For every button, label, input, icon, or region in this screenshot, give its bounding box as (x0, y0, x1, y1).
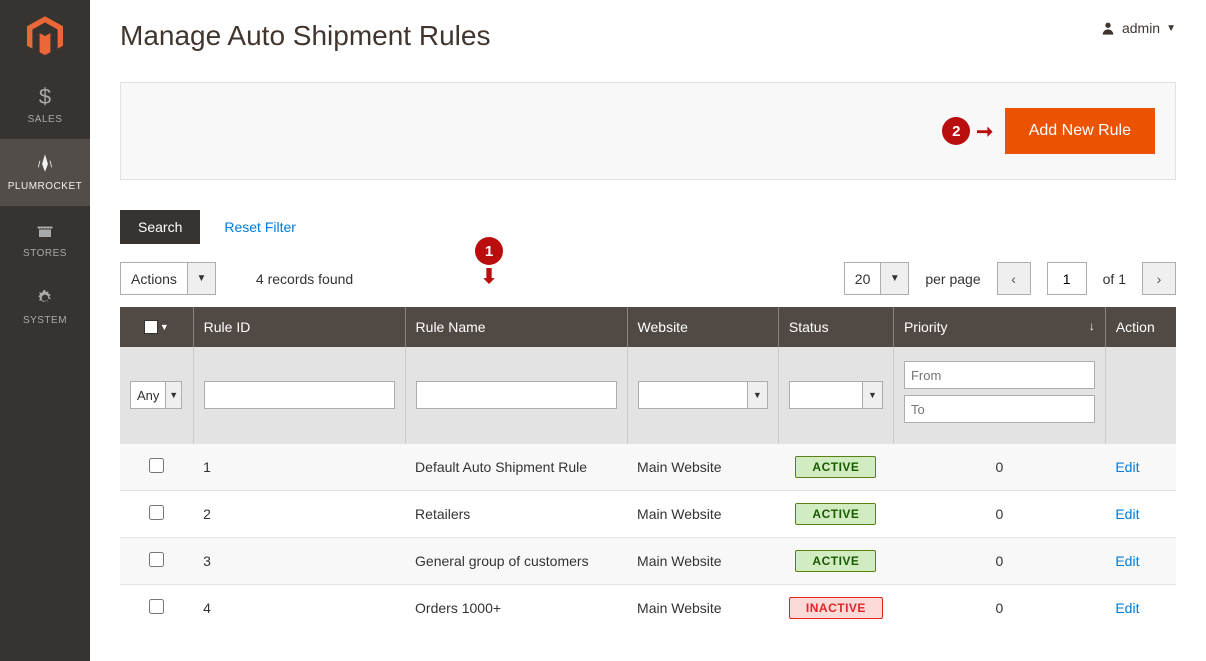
filter-status[interactable]: ▼ (789, 381, 883, 409)
sidebar-item-label: SALES (28, 114, 63, 125)
edit-link[interactable]: Edit (1115, 506, 1139, 522)
cell-id: 4 (193, 585, 405, 632)
cell-priority: 0 (893, 585, 1105, 632)
column-action: Action (1105, 307, 1176, 347)
status-badge: ACTIVE (795, 503, 876, 525)
store-icon (35, 218, 55, 244)
row-checkbox[interactable] (149, 599, 164, 614)
status-badge: INACTIVE (789, 597, 883, 619)
annotation-2: 2 ➞ (942, 117, 993, 145)
annotation-1: 1 ⬇ (475, 237, 503, 287)
records-count: 4 records found (256, 271, 353, 287)
page-title: Manage Auto Shipment Rules (120, 20, 490, 52)
page-size-select[interactable]: 20 ▼ (844, 262, 910, 295)
filter-select-all[interactable]: Any▼ (130, 381, 182, 409)
mass-actions-select[interactable]: Actions ▼ (120, 262, 216, 295)
arrow-down-icon: ⬇ (481, 267, 498, 287)
filter-rule-id[interactable] (204, 381, 395, 409)
cell-id: 1 (193, 444, 405, 491)
arrow-right-icon: ➞ (976, 119, 993, 144)
user-icon (1100, 20, 1116, 36)
status-badge: ACTIVE (795, 550, 876, 572)
username: admin (1122, 20, 1160, 36)
magento-icon (27, 16, 63, 56)
filter-priority-to[interactable] (904, 395, 1095, 423)
filter-priority-from[interactable] (904, 361, 1095, 389)
dollar-icon: $ (39, 84, 51, 110)
table-row[interactable]: 4Orders 1000+Main Website INACTIVE 0 Edit (120, 585, 1176, 632)
cell-priority: 0 (893, 491, 1105, 538)
filter-rule-name[interactable] (416, 381, 617, 409)
plumrocket-icon (35, 151, 55, 177)
sidebar-item-label: SYSTEM (23, 315, 67, 326)
cell-name: Orders 1000+ (405, 585, 627, 632)
column-select-all[interactable]: ▼ (120, 307, 193, 347)
cell-name: General group of customers (405, 538, 627, 585)
table-row[interactable]: 3General group of customersMain Website A… (120, 538, 1176, 585)
column-status[interactable]: Status (778, 307, 893, 347)
row-checkbox[interactable] (149, 458, 164, 473)
edit-link[interactable]: Edit (1115, 600, 1139, 616)
cell-website: Main Website (627, 538, 778, 585)
table-row[interactable]: 1Default Auto Shipment RuleMain Website A… (120, 444, 1176, 491)
prev-page-button[interactable]: ‹ (997, 262, 1031, 295)
sidebar-item-stores[interactable]: STORES (0, 206, 90, 273)
page-total: of 1 (1103, 271, 1126, 287)
column-rule-name[interactable]: Rule Name (405, 307, 627, 347)
search-button[interactable]: Search (120, 210, 200, 244)
cell-name: Retailers (405, 491, 627, 538)
user-menu[interactable]: admin ▼ (1100, 20, 1176, 36)
chevron-down-icon: ▼ (188, 262, 216, 295)
cell-website: Main Website (627, 491, 778, 538)
cell-name: Default Auto Shipment Rule (405, 444, 627, 491)
sidebar-item-label: PLUMROCKET (8, 181, 82, 192)
cell-priority: 0 (893, 444, 1105, 491)
current-page-input[interactable] (1047, 262, 1087, 295)
column-priority[interactable]: Priority↓ (893, 307, 1105, 347)
actions-bar: 2 ➞ Add New Rule (120, 82, 1176, 180)
logo[interactable] (0, 0, 90, 72)
sidebar-item-label: STORES (23, 248, 67, 259)
column-website[interactable]: Website (627, 307, 778, 347)
add-rule-button[interactable]: Add New Rule (1005, 108, 1155, 154)
edit-link[interactable]: Edit (1115, 459, 1139, 475)
table-row[interactable]: 2RetailersMain Website ACTIVE 0 Edit (120, 491, 1176, 538)
cell-id: 2 (193, 491, 405, 538)
sidebar-item-plumrocket[interactable]: PLUMROCKET (0, 139, 90, 206)
cell-id: 3 (193, 538, 405, 585)
row-checkbox[interactable] (149, 505, 164, 520)
filter-website[interactable]: ▼ (638, 381, 768, 409)
cell-priority: 0 (893, 538, 1105, 585)
row-checkbox[interactable] (149, 552, 164, 567)
column-rule-id[interactable]: Rule ID (193, 307, 405, 347)
next-page-button[interactable]: › (1142, 262, 1176, 295)
chevron-down-icon: ▼ (881, 262, 909, 295)
sidebar: $ SALES PLUMROCKET STORES SYSTEM (0, 0, 90, 661)
gear-icon (35, 285, 55, 311)
status-badge: ACTIVE (795, 456, 876, 478)
sort-arrow-icon: ↓ (1089, 319, 1095, 333)
per-page-label: per page (925, 271, 980, 287)
sidebar-item-system[interactable]: SYSTEM (0, 273, 90, 340)
chevron-down-icon: ▼ (1166, 23, 1176, 34)
sidebar-item-sales[interactable]: $ SALES (0, 72, 90, 139)
reset-filter-link[interactable]: Reset Filter (224, 219, 296, 235)
cell-website: Main Website (627, 585, 778, 632)
edit-link[interactable]: Edit (1115, 553, 1139, 569)
cell-website: Main Website (627, 444, 778, 491)
rules-grid: ▼ Rule ID Rule Name Website Status Prior… (120, 307, 1176, 631)
